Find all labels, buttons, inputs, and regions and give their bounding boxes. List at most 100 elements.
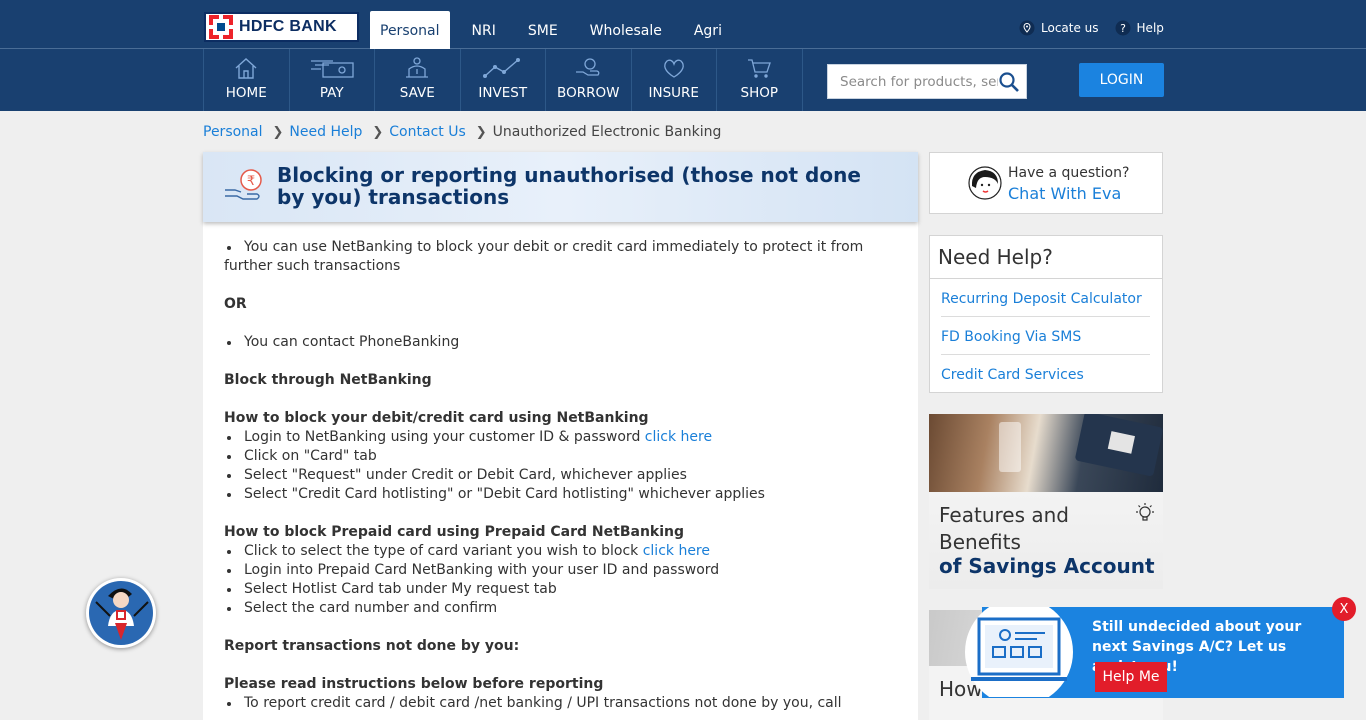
eva-avatar-icon [968,166,1002,200]
nav-pay[interactable]: PAY [290,49,375,111]
breadcrumb-contact-us[interactable]: Contact Us [389,124,465,140]
help-me-button[interactable]: Help Me [1095,662,1167,692]
close-popup-button[interactable]: X [1332,597,1356,621]
help-label: Help [1136,21,1164,35]
svg-text:₹: ₹ [247,174,255,189]
list-item: You can contact PhoneBanking [224,333,897,352]
tab-agri[interactable]: Agri [684,11,732,49]
list-item: Login to NetBanking using your customer … [224,428,897,447]
promo-subheading: of Savings Account [939,554,1155,578]
tab-sme[interactable]: SME [518,11,568,49]
promo-image [929,414,1163,492]
nav-save-label: SAVE [399,85,435,101]
need-help-panel: Need Help? Recurring Deposit Calculator … [929,235,1163,393]
click-here-link[interactable]: click here [645,429,712,445]
segment-tabs: Personal NRI SME Wholesale Agri [370,11,744,49]
search-icon[interactable] [998,71,1020,93]
top-bar: HDFC BANK Personal NRI SME Wholesale Agr… [0,0,1366,49]
need-help-title: Need Help? [930,236,1162,279]
need-help-link-item: Credit Card Services [941,355,1150,393]
svg-text:?: ? [1120,22,1126,35]
savings-features-promo[interactable]: Features and Benefits of Savings Account [929,414,1163,589]
nav-home-label: HOME [225,85,267,101]
section-heading: Block through NetBanking [224,372,432,388]
hdfc-logo[interactable]: HDFC BANK [204,12,359,42]
promo-heading: Features and Benefits [939,503,1069,554]
main-content: ₹ Blocking or reporting unauthorised (th… [203,152,918,720]
debit-steps-list: Login to NetBanking using your customer … [224,428,897,504]
section-heading: Report transactions not done by you: [224,638,520,654]
step-text: Click to select the type of card variant… [244,543,643,559]
breadcrumb-current: Unauthorized Electronic Banking [492,124,722,140]
nav-invest-label: INVEST [478,85,528,101]
chat-with-eva-link[interactable]: Chat With Eva [1008,184,1121,203]
home-icon [235,58,257,79]
list-item: Click on "Card" tab [224,447,897,466]
locate-us-label: Locate us [1041,21,1099,35]
section-heading: How to block Prepaid card using Prepaid … [224,524,685,540]
save-icon [406,57,429,78]
tab-nri[interactable]: NRI [462,11,506,49]
locate-us-link[interactable]: Locate us [1019,20,1099,36]
search-input[interactable] [828,73,998,90]
list-item: Click to select the type of card variant… [224,542,897,561]
logo-text: HDFC BANK [239,18,337,35]
section-heading: Please read instructions below before re… [224,676,604,692]
help-link[interactable]: ? Help [1115,20,1164,36]
credit-card-services-link[interactable]: Credit Card Services [941,367,1084,383]
article-body: You can use NetBanking to block your deb… [203,222,918,713]
rupee-hand-icon: ₹ [225,169,262,200]
or-separator: OR [224,296,247,312]
breadcrumb: Personal ❯ Need Help ❯ Contact Us ❯ Unau… [203,124,721,140]
help-question-icon: ? [1115,20,1131,36]
recurring-deposit-calculator-link[interactable]: Recurring Deposit Calculator [941,291,1142,307]
nav-insure-label: INSURE [648,85,699,101]
main-nav: HOME PAY SAVE INVEST BORROW INSURE SHOP [0,49,1366,111]
chevron-right-icon: ❯ [272,124,284,140]
borrow-icon [576,58,600,76]
login-button[interactable]: LOGIN [1079,63,1164,97]
nav-items: HOME PAY SAVE INVEST BORROW INSURE SHOP [203,49,803,111]
section-heading: How to block your debit/credit card usin… [224,410,649,426]
list-item: Select "Request" under Credit or Debit C… [224,466,897,485]
need-help-link-item: Recurring Deposit Calculator [941,279,1150,317]
location-pin-icon [1019,20,1035,36]
nav-insure[interactable]: INSURE [632,49,717,111]
page-banner: ₹ Blocking or reporting unauthorised (th… [203,152,918,222]
eva-question: Have a question? [1008,165,1130,181]
chevron-right-icon: ❯ [475,124,487,140]
page-title: Blocking or reporting unauthorised (thos… [277,163,861,209]
shop-icon [748,59,772,78]
list-item: Select Hotlist Card tab under My request… [224,580,897,599]
lightbulb-icon [1136,503,1154,521]
click-here-link[interactable]: click here [643,543,710,559]
nav-shop-label: SHOP [740,85,779,101]
breadcrumb-personal[interactable]: Personal [203,124,263,140]
tab-personal[interactable]: Personal [370,11,450,49]
chat-with-eva-card[interactable]: Have a question? Chat With Eva [929,152,1163,214]
nav-save[interactable]: SAVE [375,49,461,111]
nav-invest[interactable]: INVEST [461,49,546,111]
prepaid-steps-list: Click to select the type of card variant… [224,542,897,618]
need-help-link-item: FD Booking Via SMS [941,317,1150,355]
list-item: Select the card number and confirm [224,599,897,618]
nav-borrow-label: BORROW [557,85,620,101]
nav-shop[interactable]: SHOP [717,49,803,111]
eva-assistant-button[interactable] [86,578,156,648]
laptop-form-icon [965,607,1073,697]
breadcrumb-need-help[interactable]: Need Help [289,124,362,140]
nav-borrow[interactable]: BORROW [546,49,632,111]
tab-wholesale[interactable]: Wholesale [580,11,672,49]
top-links: Locate us ? Help [1019,20,1180,36]
eva-assistant-icon [89,581,153,645]
fd-booking-sms-link[interactable]: FD Booking Via SMS [941,329,1081,345]
chevron-right-icon: ❯ [372,124,384,140]
insure-icon [663,59,684,78]
nav-home[interactable]: HOME [204,49,290,111]
hdfc-logo-mark-icon [209,15,233,39]
list-item: Login into Prepaid Card NetBanking with … [224,561,897,580]
list-item: You can use NetBanking to block your deb… [224,238,897,276]
list-item: Select "Credit Card hotlisting" or "Debi… [224,485,897,504]
step-text: Login to NetBanking using your customer … [244,429,645,445]
nav-pay-label: PAY [319,85,344,101]
